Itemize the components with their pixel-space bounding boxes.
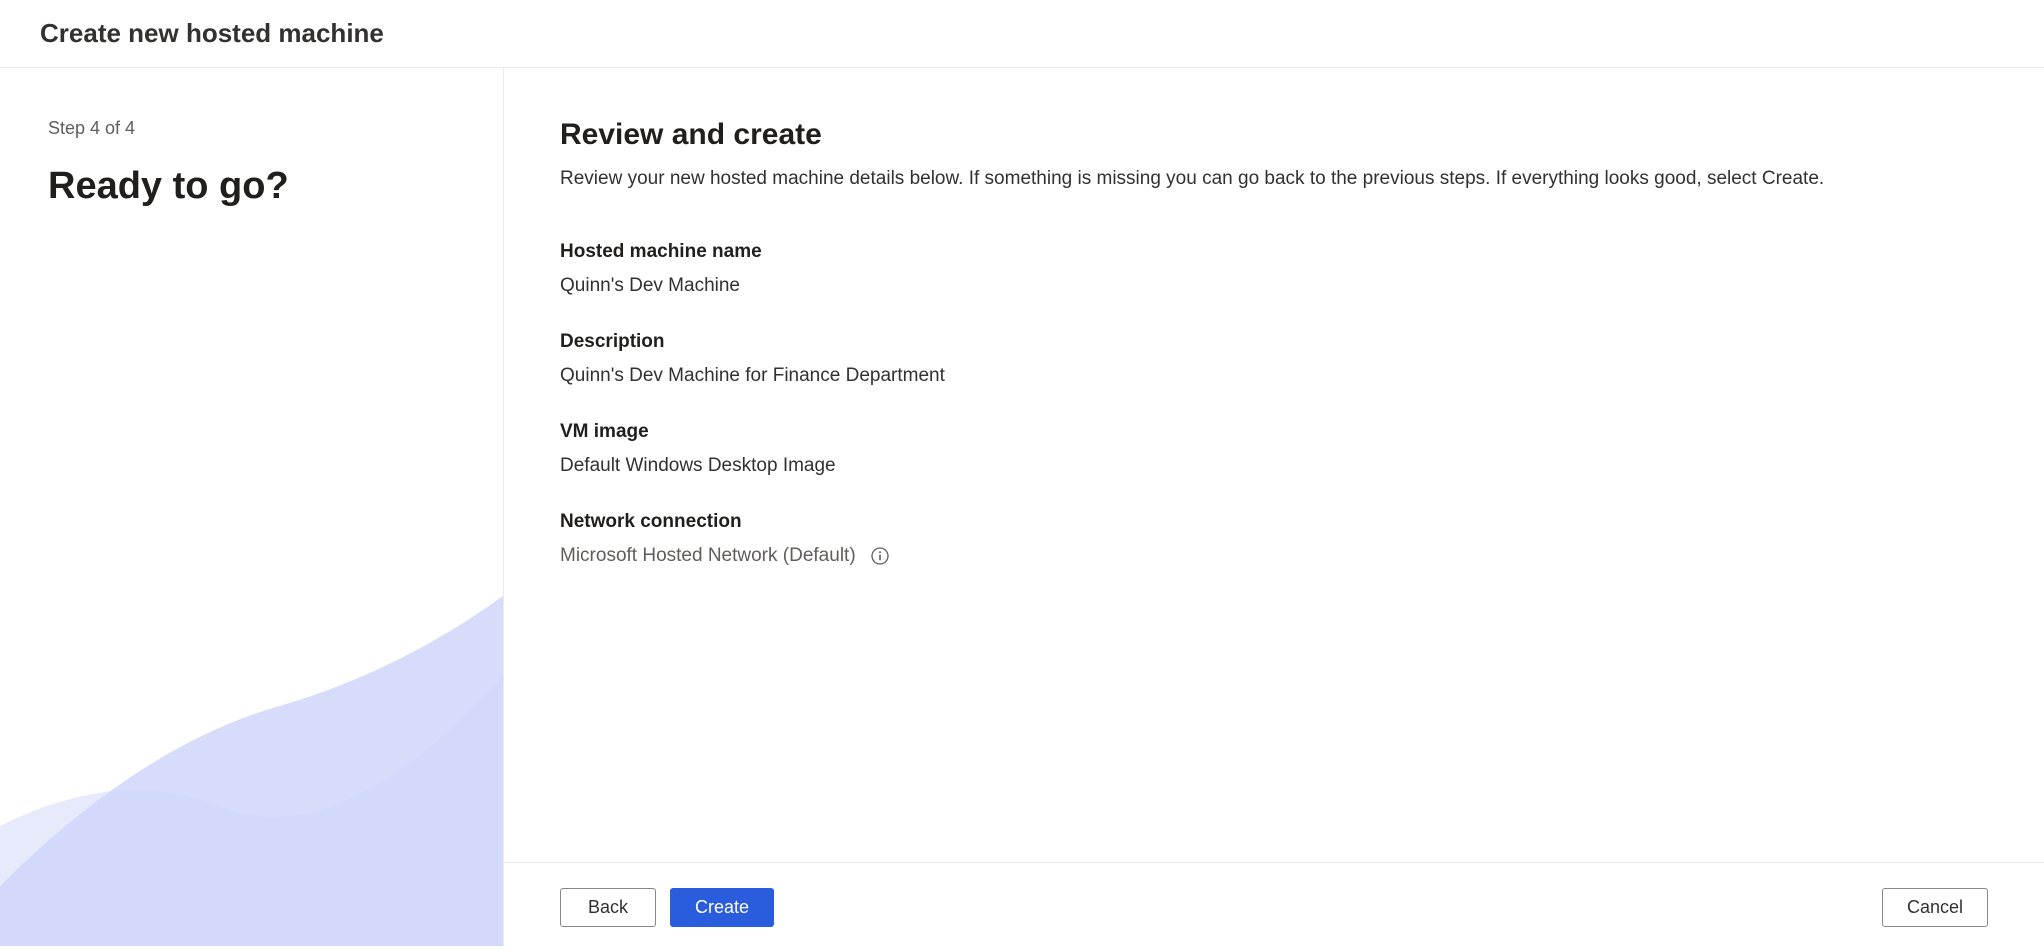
wave-decoration: [0, 566, 503, 946]
field-value: Quinn's Dev Machine for Finance Departme…: [560, 365, 1988, 387]
main-panel: Review and create Review your new hosted…: [504, 68, 2044, 946]
field-hosted-machine-name: Hosted machine name Quinn's Dev Machine: [560, 241, 1988, 297]
field-value: Microsoft Hosted Network (Default): [560, 545, 1988, 567]
field-description: Description Quinn's Dev Machine for Fina…: [560, 331, 1988, 387]
wizard-sidebar: Step 4 of 4 Ready to go?: [0, 68, 504, 946]
field-value: Quinn's Dev Machine: [560, 275, 1988, 297]
field-value: Default Windows Desktop Image: [560, 455, 1988, 477]
step-indicator: Step 4 of 4: [48, 118, 455, 139]
wizard-footer: Back Create Cancel: [504, 862, 2044, 952]
field-label: Network connection: [560, 511, 1988, 533]
sidebar-heading: Ready to go?: [48, 165, 455, 208]
footer-left-buttons: Back Create: [560, 888, 774, 927]
info-icon[interactable]: [870, 546, 890, 566]
page-title: Create new hosted machine: [40, 18, 2004, 49]
field-label: Hosted machine name: [560, 241, 1988, 263]
field-network-connection: Network connection Microsoft Hosted Netw…: [560, 511, 1988, 567]
main-title: Review and create: [560, 118, 1988, 152]
field-value-text: Default Windows Desktop Image: [560, 455, 836, 477]
field-label: VM image: [560, 421, 1988, 443]
field-label: Description: [560, 331, 1988, 353]
content-area: Step 4 of 4 Ready to go? Review and crea…: [0, 68, 2044, 946]
page-header: Create new hosted machine: [0, 0, 2044, 68]
cancel-button[interactable]: Cancel: [1882, 888, 1988, 927]
field-value-text: Quinn's Dev Machine: [560, 275, 740, 297]
main-subtitle: Review your new hosted machine details b…: [560, 166, 1988, 193]
footer-right-buttons: Cancel: [1882, 888, 1988, 927]
field-value-text: Quinn's Dev Machine for Finance Departme…: [560, 365, 945, 387]
create-button[interactable]: Create: [670, 888, 774, 927]
back-button[interactable]: Back: [560, 888, 656, 927]
field-vm-image: VM image Default Windows Desktop Image: [560, 421, 1988, 477]
field-value-text: Microsoft Hosted Network (Default): [560, 545, 856, 567]
